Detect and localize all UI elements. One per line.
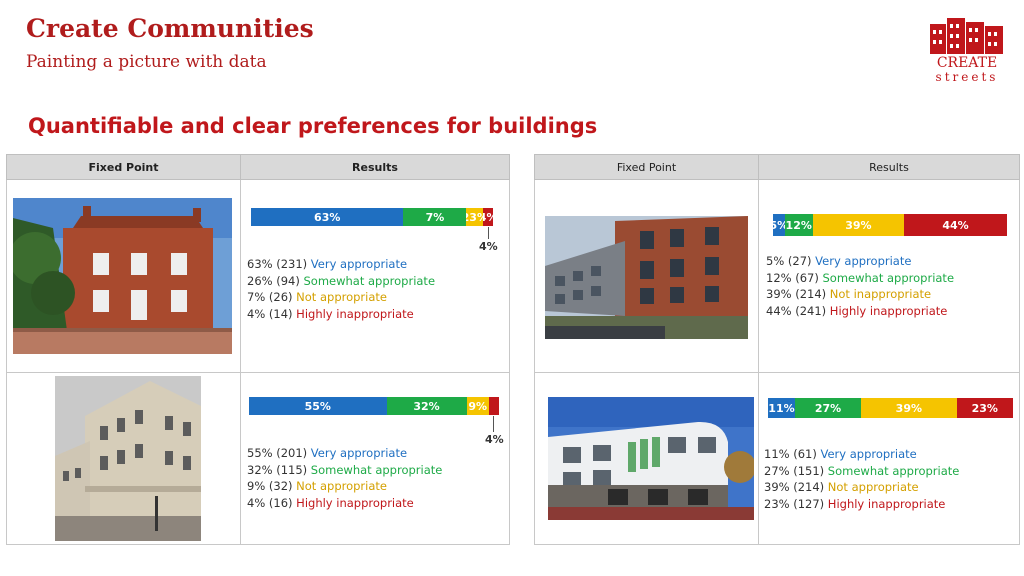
bar-segment-very-appropriate: 63% xyxy=(251,208,404,226)
legend-row-highly-inappropriate: 44% (241) Highly inappropriate xyxy=(766,303,948,318)
bar-segment-not-appropriate: 39% xyxy=(861,398,957,418)
legend-row-not-appropriate: 39% (214) Not inappropriate xyxy=(766,287,932,301)
results-bar-3: 5% 12% 39% 44% xyxy=(773,214,1007,236)
bar-segment-somewhat-appropriate: 7% xyxy=(403,208,467,226)
legend-row-not-appropriate: 9% (32) Not appropriate xyxy=(247,479,387,493)
bar-segment-not-appropriate: 23% xyxy=(466,208,484,226)
results-bar-1: 63% 7% 23% 4% xyxy=(251,208,493,226)
results-legend-3: 5% (27) Very appropriate 12% (67) Somewh… xyxy=(766,253,954,319)
bar-segment-highly-inappropriate: 4% xyxy=(483,208,493,226)
legend-row-highly-inappropriate: 23% (127) Highly inappropriate xyxy=(764,496,946,511)
legend-row-very-appropriate: 5% (27) Very appropriate xyxy=(766,254,912,268)
bar-segment-very-appropriate: 11% xyxy=(768,398,795,418)
callout-label: 4% xyxy=(485,433,504,446)
fixed-point-header: Fixed Point xyxy=(534,154,759,180)
bar-segment-somewhat-appropriate: 32% xyxy=(386,397,467,415)
logo-text-streets: streets xyxy=(935,70,999,84)
legend-row-not-appropriate: 7% (26) Not appropriate xyxy=(247,290,387,304)
bar-segment-not-appropriate: 9% xyxy=(466,397,489,415)
page-subtitle: Painting a picture with data xyxy=(26,52,267,72)
legend-row-highly-inappropriate: 4% (14) Highly inappropriate xyxy=(247,306,414,321)
photo-modern-white-apartment xyxy=(548,397,754,520)
legend-row-very-appropriate: 11% (61) Very appropriate xyxy=(764,447,917,461)
photo-modern-apartment-block xyxy=(545,216,748,339)
results-bar-2: 55% 32% 9% xyxy=(249,397,499,415)
bar-segment-very-appropriate: 5% xyxy=(773,214,785,236)
legend-row-not-appropriate: 39% (214) Not appropriate xyxy=(764,480,919,494)
photo-georgian-street-corner xyxy=(55,376,201,541)
legend-row-somewhat-appropriate: 32% (115) Somewhat appropriate xyxy=(247,462,443,477)
page-title: Create Communities xyxy=(26,14,314,43)
legend-row-highly-inappropriate: 4% (16) Highly inappropriate xyxy=(247,495,414,510)
bar-segment-somewhat-appropriate: 12% xyxy=(784,214,813,236)
bar-segment-somewhat-appropriate: 27% xyxy=(794,398,862,418)
fixed-point-header: Fixed Point xyxy=(6,154,241,180)
legend-row-somewhat-appropriate: 26% (94) Somewhat appropriate xyxy=(247,273,436,288)
bar-segment-highly-inappropriate: 44% xyxy=(904,214,1007,236)
results-legend-2: 55% (201) Very appropriate 32% (115) Som… xyxy=(247,445,442,511)
legend-row-very-appropriate: 55% (201) Very appropriate xyxy=(247,446,408,460)
section-heading: Quantifiable and clear preferences for b… xyxy=(28,114,598,138)
callout-label: 4% xyxy=(479,240,498,253)
bar-segment-highly-inappropriate: 23% xyxy=(956,398,1013,418)
bar-segment-highly-inappropriate xyxy=(489,397,499,415)
results-legend-1: 63% (231) Very appropriate 26% (94) Some… xyxy=(247,256,435,322)
logo-text-create: CREATE xyxy=(936,55,998,71)
callout-line xyxy=(493,416,494,432)
results-header: Results xyxy=(240,154,510,180)
legend-row-somewhat-appropriate: 12% (67) Somewhat appropriate xyxy=(766,270,955,285)
results-bar-4: 11% 27% 39% 23% xyxy=(768,398,1013,418)
callout-line xyxy=(488,227,489,239)
bar-segment-very-appropriate: 55% xyxy=(249,397,387,415)
bar-segment-not-appropriate: 39% xyxy=(812,214,905,236)
photo-georgian-brick-house xyxy=(13,198,232,354)
legend-row-very-appropriate: 63% (231) Very appropriate xyxy=(247,257,408,271)
results-legend-4: 11% (61) Very appropriate 27% (151) Some… xyxy=(764,446,959,512)
legend-row-somewhat-appropriate: 27% (151) Somewhat appropriate xyxy=(764,463,960,478)
results-header: Results xyxy=(758,154,1020,180)
